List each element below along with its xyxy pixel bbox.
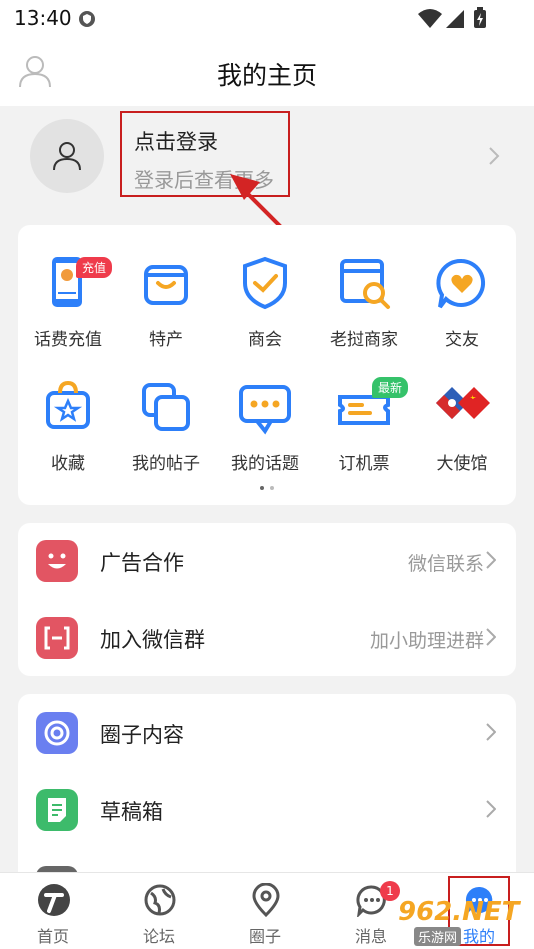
grid-item-label: 订机票 — [338, 454, 390, 474]
smile-icon — [36, 540, 78, 582]
menu-label: 广告合作 — [100, 551, 184, 575]
grid-item-recharge[interactable]: 充值 话费充值 — [18, 253, 118, 350]
grid-item-label: 大使馆 — [436, 454, 488, 474]
flags-icon — [432, 377, 492, 437]
grid-item-specialty[interactable]: 特产 — [116, 253, 216, 350]
page-title: 我的主页 — [216, 61, 317, 90]
chevron-right-icon — [486, 628, 497, 650]
shield-icon — [78, 10, 96, 32]
menu-row-ad-cooperation[interactable]: 广告合作 微信联系 — [18, 523, 516, 599]
menu-right-text: 微信联系 — [407, 553, 484, 575]
scan-icon — [36, 617, 78, 659]
posts-icon — [136, 377, 196, 437]
function-grid: 充值 话费充值 特产 商会 老挝商家 交友 收藏 我的帖子 我的话题 最新 订机… — [18, 225, 516, 505]
watermark-subtext: 乐游网 — [414, 927, 462, 946]
menu-row-drafts[interactable]: 草稿箱 — [18, 772, 516, 848]
grid-item-embassy[interactable]: 大使馆 — [412, 377, 512, 474]
menu-label: 加入微信群 — [100, 628, 205, 652]
grid-item-friends[interactable]: 交友 — [412, 253, 512, 350]
location-pin-icon — [249, 882, 283, 918]
menu-row-wechat-group[interactable]: 加入微信群 加小助理进群 — [18, 600, 516, 676]
grid-item-label: 交友 — [445, 330, 479, 350]
grid-item-favorites[interactable]: 收藏 — [18, 377, 118, 474]
draft-icon — [36, 789, 78, 831]
wifi-icon — [418, 9, 442, 28]
circle-icon — [36, 712, 78, 754]
message-dots-icon — [235, 377, 295, 437]
page-indicator — [18, 482, 516, 490]
chevron-right-icon — [486, 551, 497, 573]
tab-forum[interactable]: 论坛 — [106, 873, 212, 949]
grid-item-my-topics[interactable]: 我的话题 — [215, 377, 315, 474]
tab-label: 首页 — [36, 927, 69, 946]
recharge-badge: 充值 — [76, 257, 113, 278]
menu-right-text: 加小助理进群 — [369, 630, 484, 652]
grid-item-label: 收藏 — [51, 454, 85, 474]
menu-card-content: 圈子内容 草稿箱 — [18, 694, 516, 884]
menu-label: 草稿箱 — [100, 800, 163, 824]
tab-label: 圈子 — [248, 927, 281, 946]
phone-recharge-icon: 充值 — [38, 253, 113, 313]
globe-icon — [143, 883, 177, 917]
signal-icon — [446, 10, 464, 28]
watermark-text: 962.NET — [398, 897, 520, 927]
grid-item-label: 我的话题 — [231, 454, 299, 474]
tab-circle[interactable]: 圈子 — [212, 873, 318, 949]
grid-item-chamber[interactable]: 商会 — [215, 253, 315, 350]
menu-row-circle-content[interactable]: 圈子内容 — [18, 695, 516, 771]
status-bar: 13:40 — [0, 0, 534, 36]
heart-chat-icon — [432, 253, 492, 313]
grid-item-label: 商会 — [248, 330, 282, 350]
grid-item-label: 我的帖子 — [132, 454, 200, 474]
tab-home[interactable]: 首页 — [0, 873, 106, 949]
star-bag-icon — [38, 377, 98, 437]
home-logo-icon — [37, 883, 71, 917]
grid-item-flight-tickets[interactable]: 最新 订机票 — [314, 377, 414, 474]
watermark-logo: 962.NET 乐游网 — [392, 895, 532, 946]
indicator-dot-active — [260, 486, 264, 490]
shield-check-icon — [235, 253, 295, 313]
new-badge: 最新 — [372, 377, 409, 398]
menu-card-cooperation: 广告合作 微信联系 加入微信群 加小助理进群 — [18, 523, 516, 676]
indicator-dot — [270, 486, 274, 490]
menu-label: 圈子内容 — [100, 723, 184, 747]
grid-item-my-posts[interactable]: 我的帖子 — [116, 377, 216, 474]
grid-item-laos-merchant[interactable]: 老挝商家 — [314, 253, 414, 350]
grid-item-label: 话费充值 — [34, 330, 102, 350]
avatar[interactable] — [30, 119, 104, 193]
grid-item-label: 特产 — [149, 330, 183, 350]
tab-label: 论坛 — [142, 927, 175, 946]
status-icons — [416, 6, 496, 34]
chevron-right-icon — [486, 723, 497, 745]
status-time: 13:40 — [14, 6, 72, 30]
page-header: 我的主页 — [0, 36, 534, 106]
chevron-right-icon — [486, 800, 497, 822]
chevron-right-icon — [488, 146, 500, 170]
ticket-icon: 最新 — [334, 377, 409, 437]
grid-item-label: 老挝商家 — [330, 330, 398, 350]
store-search-icon — [334, 253, 394, 313]
shopping-bag-icon — [136, 253, 196, 313]
